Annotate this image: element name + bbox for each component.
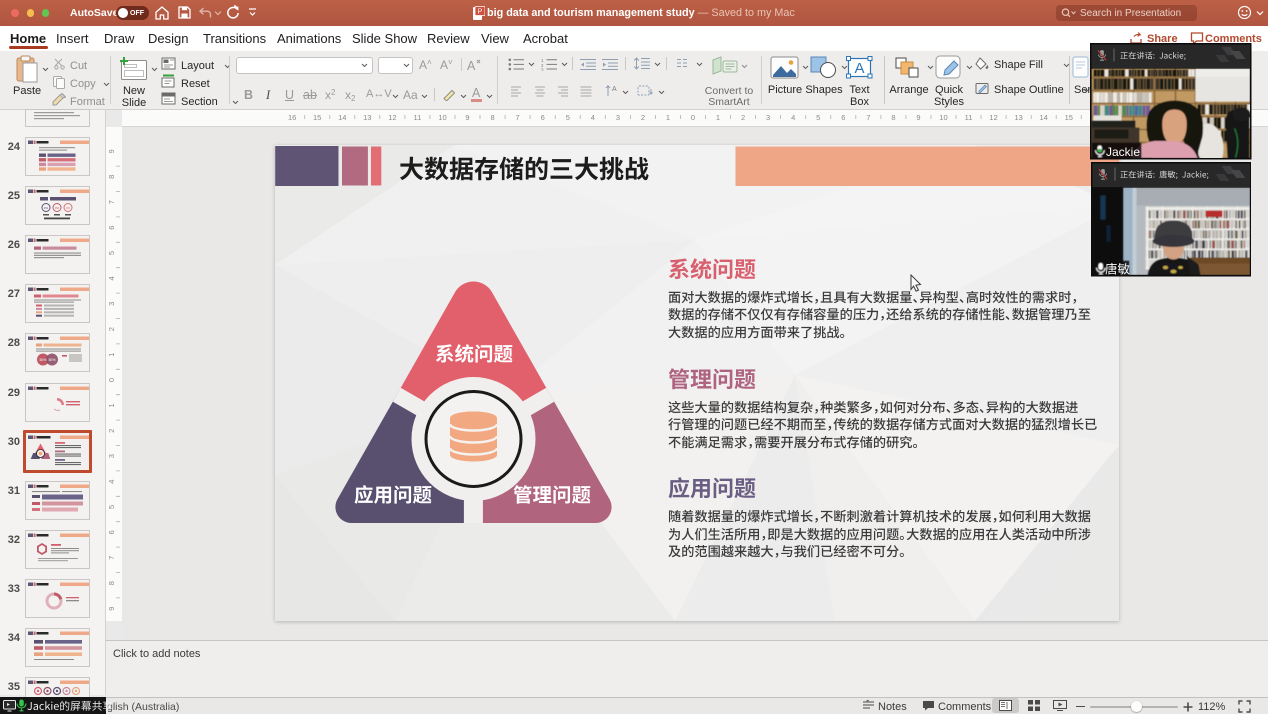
svg-text:0: 0 xyxy=(691,113,695,122)
svg-text:7: 7 xyxy=(866,113,870,122)
svg-text:1: 1 xyxy=(107,403,116,407)
svg-text:7: 7 xyxy=(107,556,116,560)
svg-text:14: 14 xyxy=(338,113,346,122)
svg-text:12: 12 xyxy=(989,113,997,122)
svg-text:2: 2 xyxy=(107,327,116,331)
svg-text:7: 7 xyxy=(107,200,116,204)
svg-text:7: 7 xyxy=(516,113,520,122)
svg-text:12: 12 xyxy=(388,113,396,122)
svg-text:9%: 9% xyxy=(66,206,71,210)
svg-text:1: 1 xyxy=(666,113,670,122)
svg-text:10: 10 xyxy=(939,113,947,122)
svg-text:4: 4 xyxy=(107,276,116,280)
svg-text:6: 6 xyxy=(541,113,545,122)
svg-text:0: 0 xyxy=(107,378,116,382)
svg-text:9%: 9% xyxy=(44,206,49,210)
svg-text:3: 3 xyxy=(107,454,116,458)
svg-text:9: 9 xyxy=(465,113,469,122)
svg-text:50%: 50% xyxy=(39,358,46,362)
svg-text:13: 13 xyxy=(1015,113,1023,122)
svg-text:9: 9 xyxy=(916,113,920,122)
svg-text:9%: 9% xyxy=(55,206,60,210)
svg-text:5: 5 xyxy=(816,113,820,122)
svg-text:A: A xyxy=(467,59,476,72)
svg-text:11: 11 xyxy=(965,113,973,122)
svg-text:2: 2 xyxy=(741,113,745,122)
svg-text:8: 8 xyxy=(107,175,116,179)
svg-text:8: 8 xyxy=(891,113,895,122)
svg-text:3: 3 xyxy=(616,113,620,122)
svg-text:1: 1 xyxy=(716,113,720,122)
svg-text:11: 11 xyxy=(414,113,422,122)
svg-text:1: 1 xyxy=(107,353,116,357)
svg-text:6: 6 xyxy=(107,530,116,534)
svg-text:6: 6 xyxy=(107,226,116,230)
svg-text:4: 4 xyxy=(791,113,795,122)
svg-text:3: 3 xyxy=(541,68,544,72)
svg-text:2: 2 xyxy=(641,113,645,122)
svg-text:A: A xyxy=(612,86,617,93)
svg-text:15: 15 xyxy=(1065,113,1073,122)
svg-text:16: 16 xyxy=(288,113,296,122)
svg-text:5: 5 xyxy=(566,113,570,122)
svg-text:9: 9 xyxy=(107,607,116,611)
svg-text:P: P xyxy=(478,9,483,16)
svg-text:6: 6 xyxy=(841,113,845,122)
svg-text:A: A xyxy=(854,60,864,77)
svg-text:13: 13 xyxy=(363,113,371,122)
svg-text:15: 15 xyxy=(313,113,321,122)
svg-text:4: 4 xyxy=(107,480,116,484)
svg-text:10: 10 xyxy=(438,113,446,122)
svg-text:8: 8 xyxy=(107,581,116,585)
svg-text:3: 3 xyxy=(766,113,770,122)
svg-text:3: 3 xyxy=(107,302,116,306)
svg-text:8: 8 xyxy=(491,113,495,122)
svg-text:14: 14 xyxy=(1040,113,1048,122)
svg-text:2: 2 xyxy=(107,429,116,433)
svg-text:9: 9 xyxy=(107,149,116,153)
svg-text:5: 5 xyxy=(107,505,116,509)
svg-text:5: 5 xyxy=(107,251,116,255)
svg-text:50%: 50% xyxy=(48,358,55,362)
svg-text:4: 4 xyxy=(591,113,595,122)
